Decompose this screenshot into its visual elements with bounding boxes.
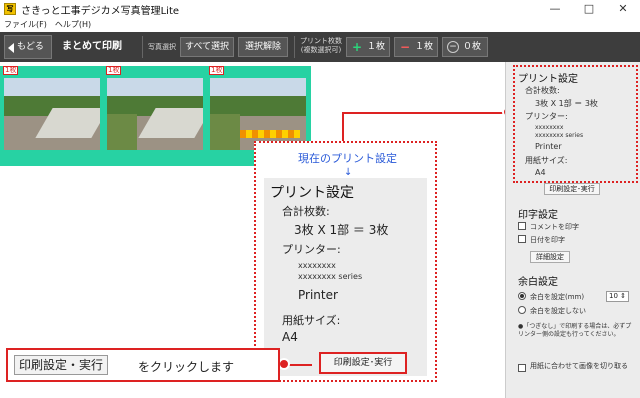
zoom-print-settings: プリント設定 合計枚数: 3枚 X 1部 ＝ 3枚 プリンター: xxxxxxx… [264, 178, 427, 376]
margin-spinner[interactable]: 10 ⇕ [606, 291, 630, 302]
paper-value: A4 [535, 168, 546, 177]
zoom-callout: 現在のプリント設定 ↓ プリント設定 合計枚数: 3枚 X 1部 ＝ 3枚 プリ… [254, 141, 437, 382]
copy-count-badge: 1枚 [3, 66, 19, 75]
no-margin-label: 余白を設定しない [530, 307, 586, 315]
zoom-printer-label: プリンター: [282, 243, 341, 256]
maximize-icon[interactable]: □ [572, 0, 606, 18]
total-value: 3枚 X 1部 ＝ 3枚 [535, 99, 598, 108]
photo-image [4, 78, 100, 150]
print-text-title: 印字設定 [518, 210, 558, 221]
zoom-print-exec-button[interactable]: 印刷設定･実行 [319, 352, 407, 374]
back-button[interactable]: もどる [4, 35, 52, 59]
fit-paper-label: 用紙に合わせて画像を切り取る [530, 362, 628, 370]
printer-line1: xxxxxxxx [535, 124, 564, 131]
detail-settings-button[interactable]: 詳細設定 [530, 251, 570, 263]
plus-one-label: １枚 [367, 42, 386, 52]
printer-name: Printer [535, 142, 562, 151]
photo-thumbnail[interactable]: 1枚 [2, 66, 102, 162]
print-settings-box: プリント設定 合計枚数: 3枚 X 1部 ＝ 3枚 プリンター: xxxxxxx… [513, 65, 638, 183]
date-checkbox[interactable] [518, 235, 526, 243]
copies-label-main: プリント枚数 [300, 37, 342, 45]
fit-paper-checkbox[interactable] [518, 364, 526, 372]
date-label: 日付を印字 [530, 236, 565, 244]
menu-file[interactable]: ファイル(F) [4, 18, 47, 32]
minus-one-label: １枚 [415, 42, 434, 52]
title-bar: 写 さきっと工事デジカメ写真管理Lite — □ ✕ [0, 0, 640, 18]
plus-icon: + [351, 40, 363, 54]
zoom-caption: 現在のプリント設定 [298, 152, 397, 165]
minimize-icon[interactable]: — [538, 0, 572, 18]
zoom-printer-line2: xxxxxxxx series [298, 272, 363, 281]
down-arrow-icon: ↓ [344, 167, 353, 178]
copy-count-badge: 1枚 [209, 66, 225, 75]
copies-label: プリント枚数 (複数選択可) [298, 37, 344, 55]
toolbar: もどる まとめて印刷 写真選択 すべて選択 選択解除 プリント枚数 (複数選択可… [0, 32, 640, 62]
minus-icon: − [399, 40, 411, 54]
page-title: まとめて印刷 [62, 41, 122, 52]
zoom-printer-line1: xxxxxxxx [298, 261, 336, 270]
plus-one-button[interactable]: + １枚 [346, 37, 390, 57]
callout-line [342, 112, 508, 114]
copy-count-badge: 1枚 [106, 66, 122, 75]
select-label: 写真選択 [148, 43, 176, 51]
zoom-printer-name: Printer [298, 288, 338, 302]
instruction-key: 印刷設定・実行 [14, 355, 109, 375]
margin-title: 余白設定 [518, 277, 558, 288]
callout-line [342, 112, 344, 142]
zoom-paper-label: 用紙サイズ: [282, 314, 341, 327]
photo-image [107, 78, 203, 150]
zoom-paper-value: A4 [282, 330, 298, 344]
menu-bar: ファイル(F) ヘルプ(H) [0, 18, 640, 32]
zero-label: ０枚 [463, 42, 482, 52]
zoom-total-label: 合計枚数: [282, 205, 330, 218]
app-icon: 写 [4, 3, 16, 15]
set-margin-label: 余白を設定(mm) [530, 293, 585, 301]
comment-checkbox[interactable] [518, 222, 526, 230]
copies-label-sub: (複数選択可) [300, 46, 342, 54]
print-settings-title: プリント設定 [518, 74, 578, 85]
printer-line2: xxxxxxxx series [535, 132, 584, 139]
photo-thumbnail[interactable]: 1枚 [105, 66, 205, 162]
select-clear-button[interactable]: 選択解除 [238, 37, 288, 57]
window-controls: — □ ✕ [538, 0, 640, 18]
menu-help[interactable]: ヘルプ(H) [55, 18, 91, 32]
toolbar-divider [294, 36, 295, 58]
zero-button[interactable]: − ０枚 [442, 37, 488, 57]
print-exec-button[interactable]: 印刷設定･実行 [544, 183, 600, 195]
instruction-text: をクリックします [138, 360, 235, 374]
comment-label: コメントを印字 [530, 223, 579, 231]
printer-label: プリンター: [525, 112, 568, 121]
set-margin-radio[interactable] [518, 292, 526, 300]
select-all-button[interactable]: すべて選択 [180, 37, 234, 57]
photo-image [210, 78, 306, 150]
window-title: さきっと工事デジカメ写真管理Lite [21, 5, 180, 17]
close-icon[interactable]: ✕ [606, 0, 640, 18]
margin-value: 10 [609, 292, 618, 300]
settings-panel: プリント設定 合計枚数: 3枚 X 1部 ＝ 3枚 プリンター: xxxxxxx… [505, 62, 640, 398]
minus-one-button[interactable]: − １枚 [394, 37, 438, 57]
no-margin-radio[interactable] [518, 306, 526, 314]
paper-label: 用紙サイズ: [525, 156, 568, 165]
zoom-title: プリント設定 [270, 185, 354, 201]
total-label: 合計枚数: [525, 86, 560, 95]
margin-note: ●「つぎなし」で印刷する場合は、必ずプリンター側の設定も行ってください。 [518, 323, 632, 338]
zero-icon: − [447, 41, 459, 53]
instruction-box: 印刷設定・実行 をクリックします [6, 348, 280, 382]
toolbar-divider [142, 36, 143, 58]
zoom-total-value: 3枚 X 1部 ＝ 3枚 [294, 223, 389, 237]
